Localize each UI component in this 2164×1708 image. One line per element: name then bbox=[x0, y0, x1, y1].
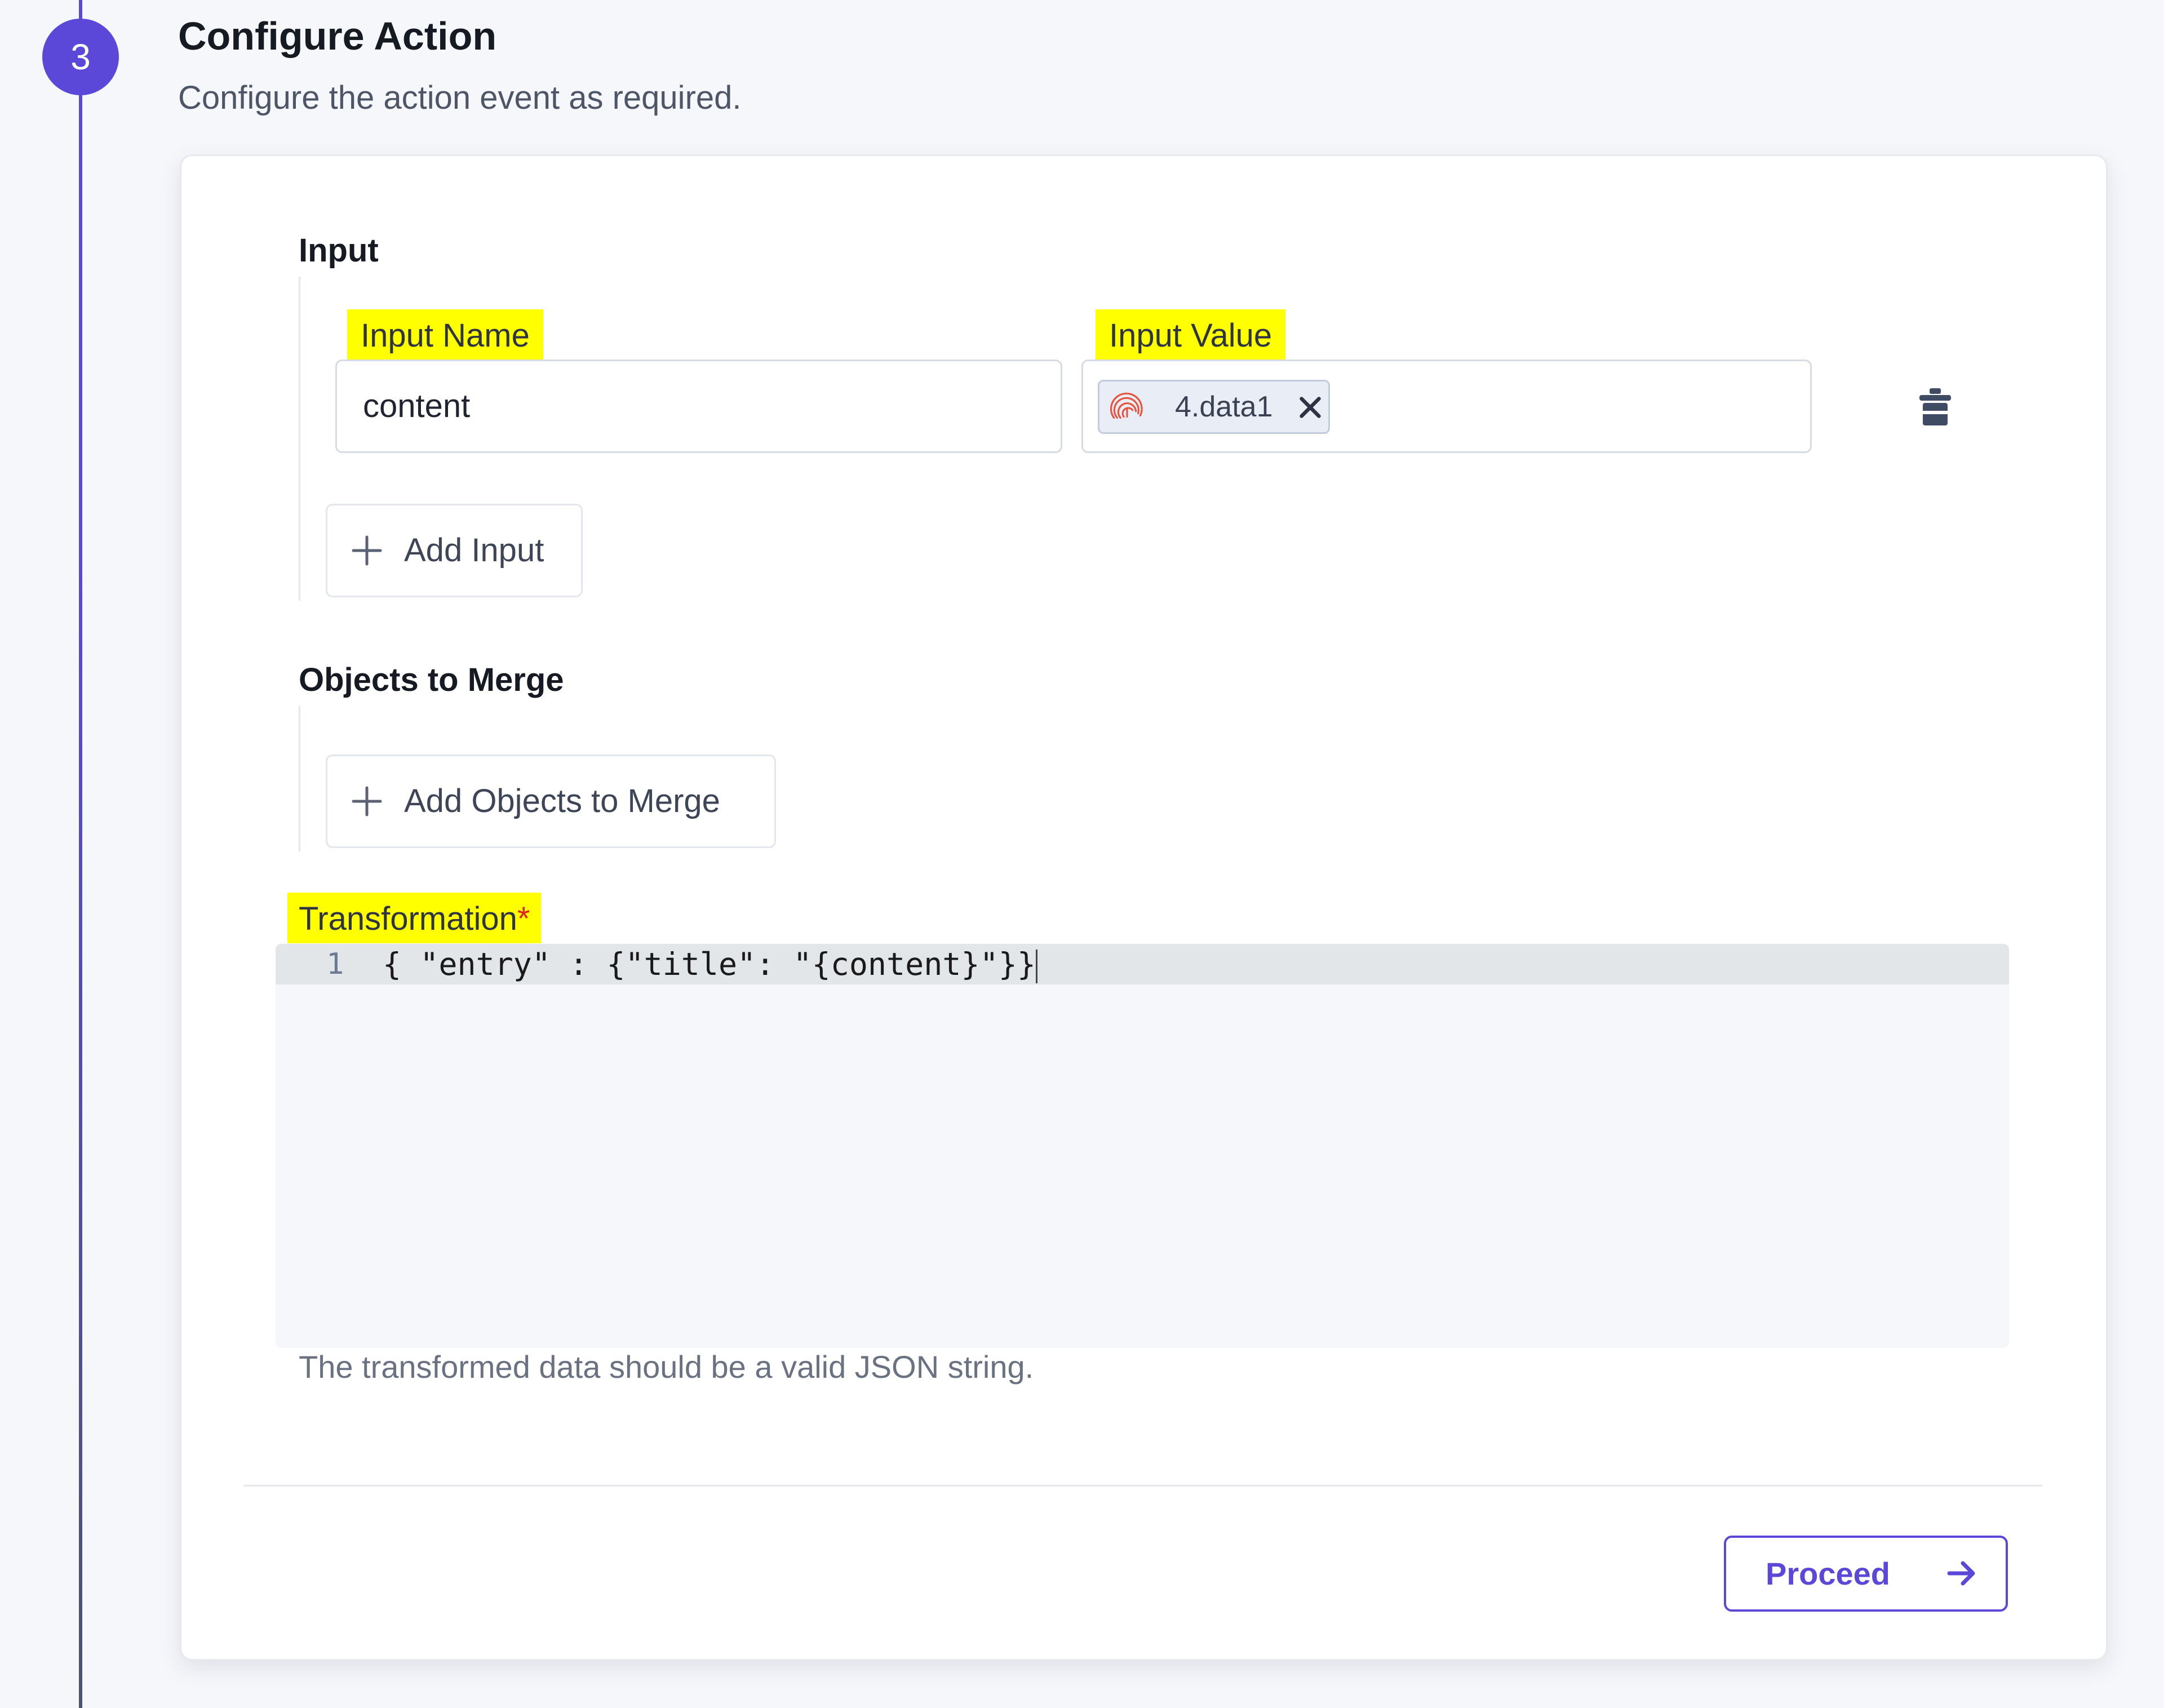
fingerprint-icon bbox=[1110, 392, 1143, 419]
input-section-guide-line bbox=[299, 277, 300, 601]
add-objects-to-merge-button[interactable]: Add Objects to Merge bbox=[326, 755, 776, 848]
input-name-label: Input Name bbox=[347, 309, 543, 360]
plus-icon bbox=[352, 786, 382, 817]
proceed-button[interactable]: Proceed bbox=[1724, 1536, 2008, 1612]
transformation-label: Transformation* bbox=[287, 893, 542, 943]
transformation-label-text: Transformation bbox=[299, 900, 517, 937]
code-line-text: { "entry" : {"title": "{content}"}} bbox=[383, 946, 1036, 982]
footer-divider bbox=[243, 1485, 2042, 1487]
required-marker: * bbox=[517, 900, 530, 937]
input-name-field[interactable]: content bbox=[335, 360, 1062, 453]
text-cursor bbox=[1035, 949, 1037, 983]
step-number-badge: 3 bbox=[42, 19, 119, 95]
merge-section-guide-line bbox=[299, 706, 300, 851]
input-name-value: content bbox=[363, 388, 471, 424]
close-icon[interactable] bbox=[1298, 395, 1323, 420]
input-value-chip[interactable]: 4.data1 bbox=[1098, 380, 1330, 434]
proceed-button-label: Proceed bbox=[1766, 1556, 1890, 1591]
add-input-button[interactable]: Add Input bbox=[326, 504, 583, 597]
input-value-label: Input Value bbox=[1096, 309, 1286, 360]
input-section-label: Input bbox=[299, 232, 379, 269]
input-value-chip-label: 4.data1 bbox=[1175, 391, 1273, 423]
configure-action-card: Input Input Name Input Value content 4.d… bbox=[180, 154, 2108, 1661]
add-input-button-label: Add Input bbox=[404, 532, 544, 569]
plus-icon bbox=[352, 535, 382, 566]
step-timeline-line bbox=[79, 0, 82, 1708]
trash-icon[interactable] bbox=[1917, 387, 1953, 428]
transformation-hint: The transformed data should be a valid J… bbox=[299, 1349, 1034, 1385]
line-number: 1 bbox=[326, 947, 344, 981]
objects-to-merge-label: Objects to Merge bbox=[299, 662, 564, 698]
arrow-right-icon bbox=[1947, 1561, 1975, 1586]
page-title: Configure Action bbox=[178, 14, 497, 58]
configure-action-page: 3 Configure Action Configure the action … bbox=[0, 0, 2164, 1708]
code-line[interactable]: { "entry" : {"title": "{content}"}} bbox=[383, 944, 1037, 984]
add-objects-to-merge-button-label: Add Objects to Merge bbox=[404, 783, 720, 819]
page-description: Configure the action event as required. bbox=[178, 79, 742, 116]
transformation-code-editor[interactable]: 1 { "entry" : {"title": "{content}"}} bbox=[276, 944, 2009, 1348]
input-value-field[interactable]: 4.data1 bbox=[1081, 360, 1812, 453]
